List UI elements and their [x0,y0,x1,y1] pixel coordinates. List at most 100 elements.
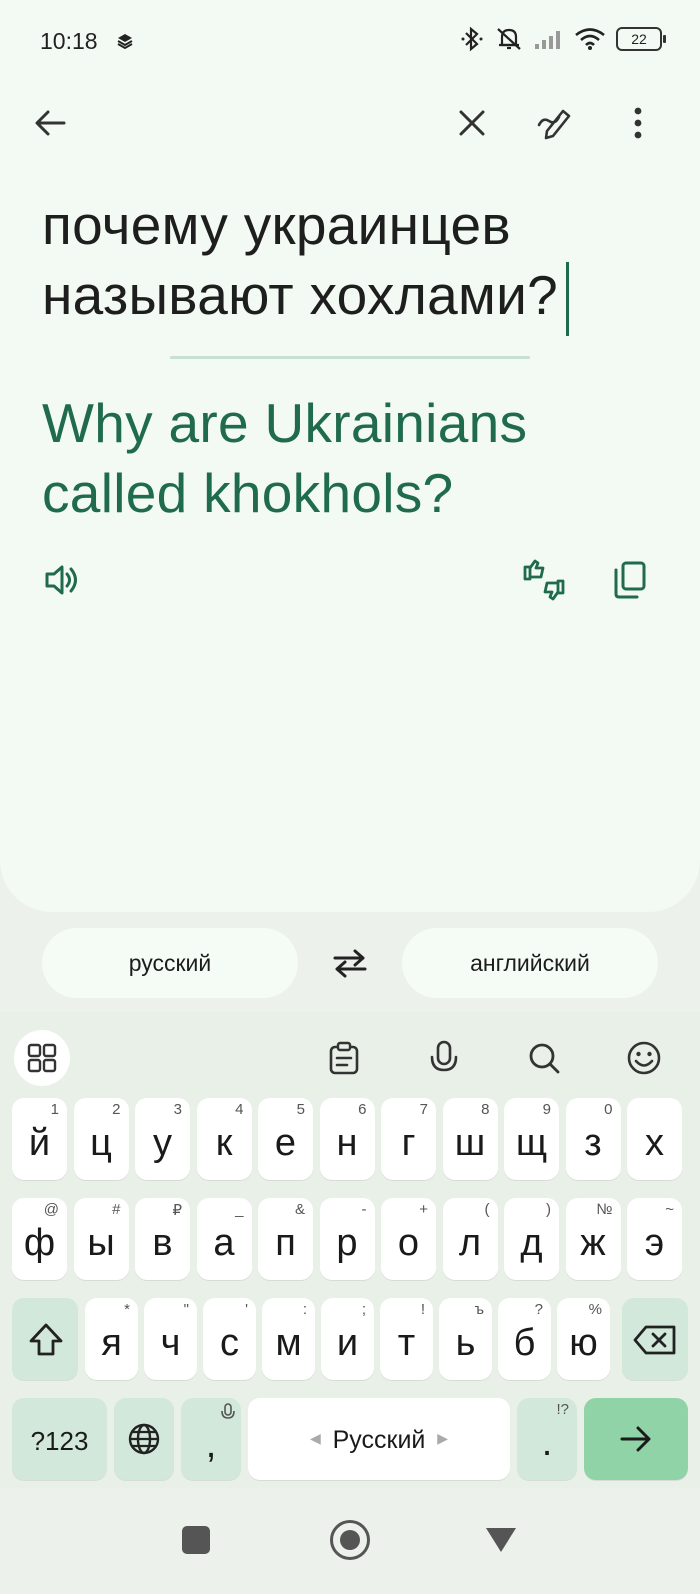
listen-button[interactable] [34,552,90,608]
key-hint: # [112,1201,121,1218]
key-hint: № [596,1201,613,1218]
source-language-button[interactable]: русский [42,928,298,998]
layers-icon [117,34,133,50]
language-switch-key[interactable] [114,1398,174,1480]
handwriting-button[interactable] [528,95,584,151]
close-icon [459,110,485,136]
more-options-button[interactable] [610,95,666,151]
key-в[interactable]: ₽ в [135,1198,190,1280]
thumbs-up-down-icon [523,559,565,601]
source-text-input[interactable]: почему украинцев называют хохлами? [42,190,642,336]
shift-key[interactable] [12,1298,78,1380]
key-х[interactable]: х [627,1098,682,1180]
comma-key-label: , [205,1424,217,1466]
back-button[interactable] [22,95,78,151]
copy-button[interactable] [602,552,658,608]
key-н[interactable]: 6н [319,1098,375,1180]
key-label: р [336,1222,358,1264]
key-label: м [275,1322,302,1364]
key-hint: + [419,1201,428,1218]
key-р[interactable]: -р [319,1198,375,1280]
key-label: л [458,1222,482,1264]
key-hint: 1 [50,1101,59,1118]
enter-key[interactable] [584,1398,688,1480]
key-м[interactable]: :м [262,1298,315,1380]
recents-button[interactable] [182,1526,210,1554]
text-cursor [566,262,570,336]
key-я[interactable]: * я [85,1298,138,1380]
key-label: и [336,1322,359,1364]
key-л[interactable]: (л [442,1198,498,1280]
search-button[interactable] [516,1030,572,1086]
key-й[interactable]: 1й [12,1098,67,1180]
key-т[interactable]: ! т [380,1298,433,1380]
key-у[interactable]: 3у [135,1098,190,1180]
target-language-button[interactable]: английский [402,928,658,998]
period-key[interactable]: !? . [517,1398,577,1480]
symbols-key-label: ?123 [30,1426,89,1456]
voice-input-button[interactable] [416,1030,472,1086]
key-hint: 5 [296,1101,305,1118]
clear-button[interactable] [444,95,500,151]
key-б[interactable]: ? б [498,1298,551,1380]
key-hint: 6 [358,1101,367,1118]
key-hint: ) [546,1201,551,1218]
copy-icon [614,561,646,599]
key-е[interactable]: 5е [258,1098,313,1180]
key-label: б [513,1322,536,1364]
emoji-button[interactable] [616,1030,672,1086]
globe-icon [128,1423,160,1455]
key-ю[interactable]: % ю [557,1298,610,1380]
bluetooth-icon [461,26,483,52]
status-time: 10:18 [40,28,98,54]
key-label: ь [455,1322,476,1364]
backspace-key[interactable] [622,1298,688,1380]
shift-icon [29,1323,63,1356]
key-з[interactable]: 0з [565,1098,621,1180]
key-label: ы [87,1222,115,1264]
source-language-label: русский [128,949,212,976]
key-label: у [153,1122,172,1164]
rate-translation-button[interactable] [516,552,572,608]
key-и[interactable]: ; и [321,1298,374,1380]
key-ц[interactable]: 2ц [73,1098,129,1180]
navigation-bar [0,1488,700,1594]
clipboard-button[interactable] [316,1030,372,1086]
home-button[interactable] [330,1520,370,1560]
symbols-key[interactable]: ?123 [12,1398,107,1480]
key-ы[interactable]: # ы [73,1198,129,1280]
grid-icon [27,1043,57,1073]
key-hint: ; [361,1301,366,1318]
key-щ[interactable]: 9щ [504,1098,559,1180]
key-о[interactable]: + о [381,1198,436,1280]
key-hint: 3 [173,1101,182,1118]
keyboard-apps-button[interactable] [14,1030,70,1086]
key-ф[interactable]: @ ф [12,1198,67,1280]
key-ш[interactable]: 8ш [442,1098,498,1180]
search-icon [529,1043,560,1074]
key-label: н [336,1122,358,1164]
key-hint: " [183,1301,189,1318]
key-hint: ? [534,1301,543,1318]
key-ь[interactable]: ъь [439,1298,492,1380]
comma-key[interactable]: , [181,1398,241,1480]
key-ж[interactable]: № ж [565,1198,621,1280]
swap-languages-button[interactable] [322,935,378,991]
key-hint: % [588,1301,602,1318]
key-с[interactable]: ' с [203,1298,256,1380]
key-hint: : [302,1301,307,1318]
key-к[interactable]: 4к [196,1098,252,1180]
back-nav-button[interactable] [484,1526,518,1554]
space-key[interactable]: ◀ Русский ▶ [248,1398,510,1480]
key-г[interactable]: 7г [381,1098,436,1180]
key-д[interactable]: ) д [504,1198,559,1280]
key-label: т [397,1322,416,1364]
key-hint: @ [43,1201,59,1218]
key-э[interactable]: ~ э [627,1198,682,1280]
more-vert-icon [634,107,642,139]
key-hint: 8 [481,1101,490,1118]
key-label: а [213,1222,235,1264]
key-а[interactable]: _ а [196,1198,252,1280]
key-ч[interactable]: " ч [144,1298,197,1380]
key-п[interactable]: & п [258,1198,313,1280]
